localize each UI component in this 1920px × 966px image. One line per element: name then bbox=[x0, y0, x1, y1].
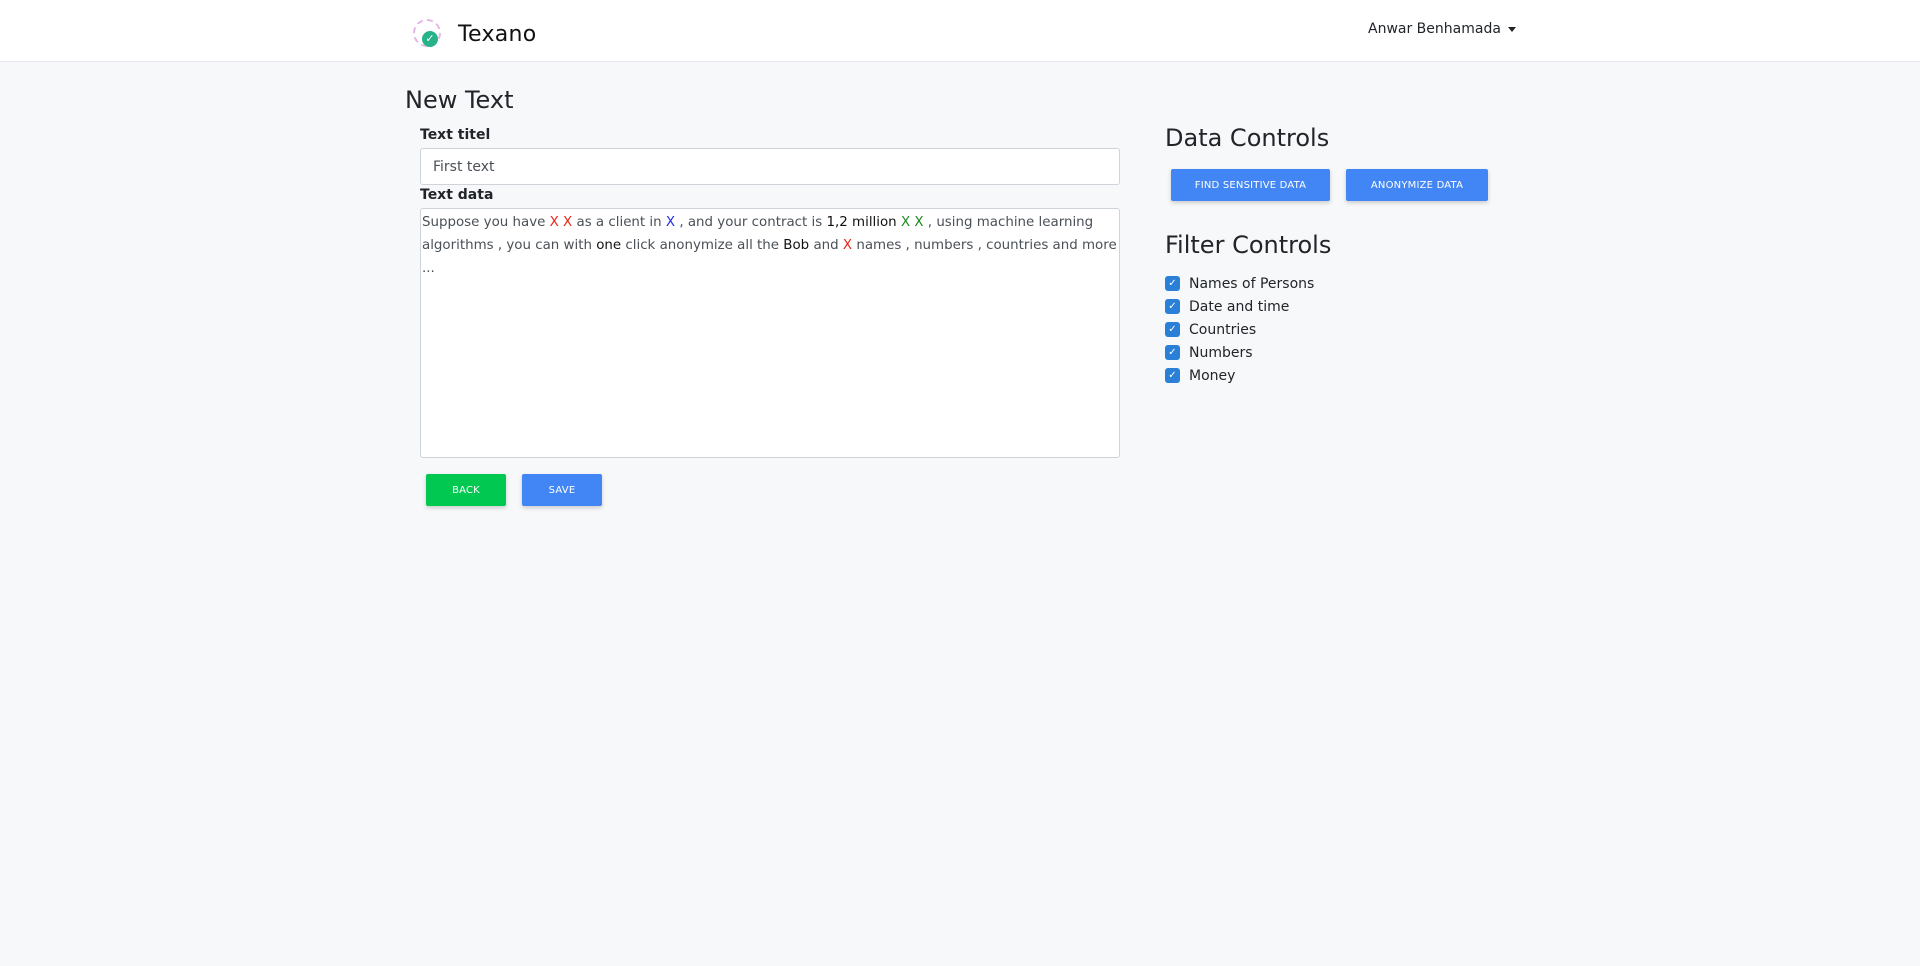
filter-item-date-time[interactable]: Date and time bbox=[1165, 295, 1314, 318]
checkbox[interactable] bbox=[1165, 276, 1180, 291]
filter-label: Names of Persons bbox=[1189, 275, 1315, 292]
find-sensitive-data-button[interactable]: FIND SENSITIVE DATA bbox=[1171, 169, 1330, 201]
highlighted-entity: 1,2 million bbox=[826, 215, 897, 230]
filter-item-countries[interactable]: Countries bbox=[1165, 318, 1314, 341]
brand[interactable]: ✓ Texano bbox=[410, 16, 537, 52]
brand-name: Texano bbox=[458, 21, 537, 47]
highlighted-entity: one bbox=[596, 238, 622, 253]
highlighted-entity: X X bbox=[900, 215, 924, 230]
text-segment: as a client in bbox=[572, 215, 666, 230]
checkbox[interactable] bbox=[1165, 322, 1180, 337]
highlighted-entity: X bbox=[842, 238, 853, 253]
logo-icon: ✓ bbox=[410, 16, 446, 52]
filter-item-names[interactable]: Names of Persons bbox=[1165, 272, 1314, 295]
checkbox[interactable] bbox=[1165, 345, 1180, 360]
text-segment: , and your contract is bbox=[675, 215, 827, 230]
checkbox[interactable] bbox=[1165, 299, 1180, 314]
filter-label: Countries bbox=[1189, 321, 1257, 338]
text-data-area[interactable]: Suppose you have X X as a client in X , … bbox=[420, 208, 1120, 458]
text-title-input[interactable] bbox=[420, 148, 1120, 185]
checkbox[interactable] bbox=[1165, 368, 1180, 383]
highlighted-entity: Bob bbox=[783, 238, 810, 253]
filter-label: Numbers bbox=[1189, 344, 1253, 361]
navbar: ✓ Texano Anwar Benhamada bbox=[0, 0, 1920, 62]
filter-label: Money bbox=[1189, 367, 1236, 384]
text-segment: click anonymize all the bbox=[621, 238, 784, 253]
text-segment: and bbox=[809, 238, 843, 253]
text-data-label: Text data bbox=[420, 187, 494, 203]
user-name: Anwar Benhamada bbox=[1368, 21, 1501, 37]
text-segment: Suppose you have bbox=[422, 215, 550, 230]
highlighted-entity: X X bbox=[549, 215, 573, 230]
caret-down-icon bbox=[1507, 26, 1516, 32]
back-button[interactable]: BACK bbox=[426, 474, 506, 506]
save-button[interactable]: SAVE bbox=[522, 474, 602, 506]
filter-list: Names of Persons Date and time Countries… bbox=[1165, 272, 1314, 387]
filter-label: Date and time bbox=[1189, 298, 1290, 315]
user-menu-dropdown[interactable]: Anwar Benhamada bbox=[1368, 21, 1516, 37]
data-controls-title: Data Controls bbox=[1165, 124, 1330, 152]
text-title-label: Text titel bbox=[420, 127, 491, 143]
page-title: New Text bbox=[405, 86, 514, 114]
anonymize-data-button[interactable]: ANONYMIZE DATA bbox=[1346, 169, 1488, 201]
filter-item-numbers[interactable]: Numbers bbox=[1165, 341, 1314, 364]
highlighted-entity: X bbox=[665, 215, 676, 230]
filter-controls-title: Filter Controls bbox=[1165, 231, 1332, 259]
filter-item-money[interactable]: Money bbox=[1165, 364, 1314, 387]
